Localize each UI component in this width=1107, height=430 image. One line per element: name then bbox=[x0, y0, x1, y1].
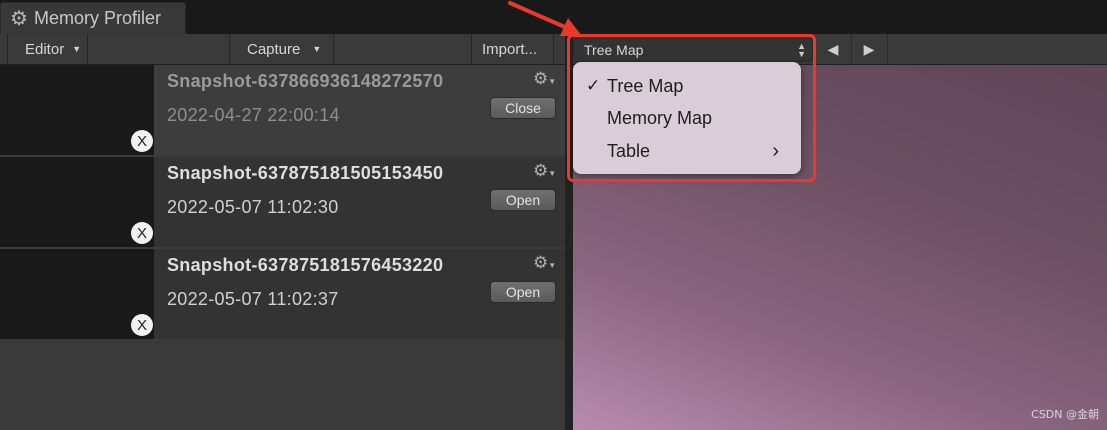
snapshot-name: Snapshot-637875181576453220 bbox=[167, 255, 444, 275]
gear-icon: ⚙ bbox=[533, 69, 549, 88]
open-snapshot-button[interactable]: Open bbox=[490, 281, 556, 303]
arrow-left-icon: ◀ bbox=[827, 40, 839, 57]
snapshot-options-button[interactable]: ⚙▼ bbox=[533, 69, 556, 89]
toolbar-spacer bbox=[88, 34, 230, 64]
panel-splitter[interactable] bbox=[565, 34, 573, 430]
snapshot-date: 2022-04-27 22:00:14 bbox=[167, 105, 340, 125]
chevron-down-icon: ▼ bbox=[548, 169, 557, 178]
snapshot-date: 2022-05-07 11:02:30 bbox=[167, 197, 339, 217]
snapshot-row[interactable]: X Snapshot-637875181505153450 2022-05-07… bbox=[0, 157, 565, 247]
close-x-icon: X bbox=[136, 316, 147, 334]
chevron-down-icon: ▼ bbox=[72, 44, 82, 54]
remove-snapshot-button[interactable]: X bbox=[131, 222, 153, 244]
forward-button[interactable]: ▶ bbox=[851, 34, 888, 64]
chevron-down-icon: ▼ bbox=[312, 44, 322, 54]
close-x-icon: X bbox=[136, 132, 147, 150]
snapshot-row[interactable]: X Snapshot-637875181576453220 2022-05-07… bbox=[0, 249, 565, 339]
remove-snapshot-button[interactable]: X bbox=[131, 130, 153, 152]
view-toolbar: Tree Map ▲ ▼ ◀ ▶ bbox=[573, 34, 1107, 65]
close-x-icon: X bbox=[136, 224, 147, 242]
menu-item-label: Tree Map bbox=[607, 75, 684, 96]
tab-title: Memory Profiler bbox=[34, 8, 162, 28]
snapshot-name: Snapshot-637866936148272570 bbox=[167, 71, 444, 91]
checkmark-icon: ✓ bbox=[586, 76, 601, 95]
capture-label: Capture bbox=[247, 40, 301, 58]
window-tab-bar: ⚙ Memory Profiler bbox=[0, 0, 1107, 34]
menu-item-label: Memory Map bbox=[607, 107, 713, 128]
gear-icon: ⚙ bbox=[533, 161, 549, 180]
view-mode-menu: ✓ Tree Map Memory Map Table › bbox=[573, 62, 801, 174]
chevron-right-icon: › bbox=[772, 139, 779, 162]
menu-item-label: Table bbox=[607, 140, 651, 161]
snapshot-row[interactable]: X Snapshot-637866936148272570 2022-04-27… bbox=[0, 65, 565, 155]
editor-label: Editor bbox=[25, 40, 65, 58]
view-mode-value: Tree Map bbox=[584, 42, 644, 58]
snapshot-toolbar: Editor ▼ Capture ▼ Import... bbox=[0, 34, 565, 65]
editor-dropdown[interactable]: Editor ▼ bbox=[8, 34, 88, 64]
arrow-right-icon: ▶ bbox=[863, 40, 875, 57]
remove-snapshot-button[interactable]: X bbox=[131, 314, 153, 336]
tab-memory-profiler[interactable]: ⚙ Memory Profiler bbox=[0, 2, 186, 34]
open-snapshot-button[interactable]: Open bbox=[490, 189, 556, 211]
import-label: Import... bbox=[482, 40, 538, 58]
chevron-down-icon: ▼ bbox=[548, 261, 557, 270]
updown-arrows-icon: ▲ ▼ bbox=[797, 41, 806, 59]
watermark: CSDN @金朝 bbox=[1031, 408, 1099, 421]
menu-item-table[interactable]: Table › bbox=[573, 135, 801, 167]
menu-item-memory-map[interactable]: Memory Map bbox=[573, 102, 801, 134]
back-button[interactable]: ◀ bbox=[815, 34, 852, 64]
gear-icon: ⚙ bbox=[533, 253, 549, 272]
gear-cog-icon: ⚙ bbox=[10, 8, 28, 30]
snapshot-name: Snapshot-637875181505153450 bbox=[167, 163, 444, 183]
chevron-down-icon: ▼ bbox=[548, 77, 557, 86]
close-snapshot-button[interactable]: Close bbox=[490, 97, 556, 119]
toolbar-spacer bbox=[0, 34, 8, 64]
snapshot-list: X Snapshot-637866936148272570 2022-04-27… bbox=[0, 65, 565, 430]
capture-dropdown[interactable]: Capture ▼ bbox=[230, 34, 334, 64]
snapshot-options-button[interactable]: ⚙▼ bbox=[533, 161, 556, 181]
snapshot-options-button[interactable]: ⚙▼ bbox=[533, 253, 556, 273]
view-mode-select[interactable]: Tree Map ▲ ▼ bbox=[573, 38, 813, 62]
snapshot-date: 2022-05-07 11:02:37 bbox=[167, 289, 339, 309]
import-button[interactable]: Import... bbox=[472, 34, 554, 64]
toolbar-spacer bbox=[334, 34, 472, 64]
menu-item-tree-map[interactable]: ✓ Tree Map bbox=[573, 70, 801, 102]
